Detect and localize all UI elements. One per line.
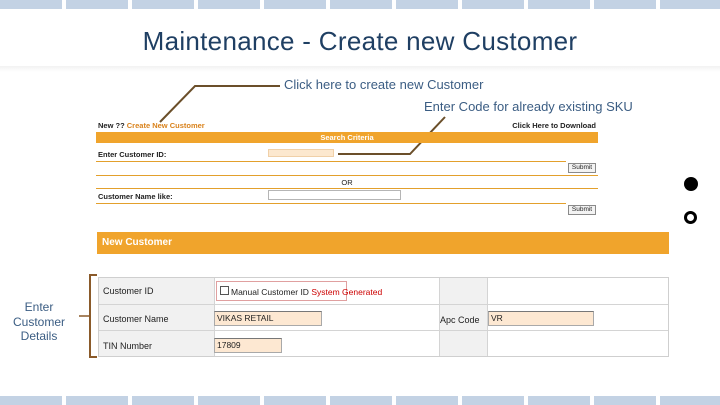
customer-id-label: Customer ID [103,286,154,296]
tin-number-label: TIN Number [103,341,153,351]
tin-number-input[interactable]: 17809 [214,338,282,353]
search-criteria-header: Search Criteria [96,132,598,143]
search-divider [96,161,566,162]
apc-code-label: Apc Code [440,315,480,325]
search-divider [96,188,598,189]
search-divider [96,175,598,176]
manual-customer-id-option: Manual Customer ID System Generated [216,281,382,301]
details-bracket [89,274,97,358]
title-divider [0,66,720,72]
slide-title: Maintenance - Create new Customer [142,26,578,56]
system-generated-label: System Generated [311,287,383,297]
annotation-create-new: Click here to create new Customer [284,77,484,92]
create-new-customer-link[interactable]: Create New Customer [127,121,205,130]
top-decor-stripe [0,0,720,9]
side-label-line: Customer [12,314,65,329]
enter-customer-details-label: Enter Customer Details [4,300,74,344]
manual-customer-id-text: Manual Customer ID System Generated [231,287,382,297]
customer-name-search-label: Customer Name like: [98,192,173,201]
new-prefix: New ?? [98,121,127,130]
side-label-line: Details [20,329,58,343]
apc-code-input[interactable]: VR [488,311,594,326]
search-divider [96,203,566,204]
side-label-line: Enter [24,300,54,314]
manual-customer-id-checkbox[interactable] [220,286,229,295]
search-panel: New ?? Create New Customer Click Here to… [96,117,598,217]
customer-id-search-input[interactable] [268,149,334,157]
new-customer-form: Customer ID Manual Customer ID System Ge… [98,277,669,357]
bottom-decor-stripe [0,396,720,405]
create-new-customer-link-row: New ?? Create New Customer [98,121,205,130]
annotation-enter-code: Enter Code for already existing SKU [424,99,633,114]
customer-id-search-label: Enter Customer ID: [98,150,167,159]
manual-label: Manual Customer ID [231,287,309,297]
submit-name-button[interactable]: Submit [568,205,596,215]
bullet-ring [684,211,697,224]
customer-name-label: Customer Name [103,314,169,324]
row-divider [99,330,668,331]
new-customer-header: New Customer [97,232,669,254]
download-link[interactable]: Click Here to Download [512,121,596,130]
or-label: OR [341,178,353,187]
row-divider [99,304,668,305]
customer-name-search-input[interactable] [268,190,401,200]
bullet-filled [684,177,698,191]
customer-name-input[interactable]: VIKAS RETAIL [214,311,322,326]
submit-id-button[interactable]: Submit [568,163,596,173]
